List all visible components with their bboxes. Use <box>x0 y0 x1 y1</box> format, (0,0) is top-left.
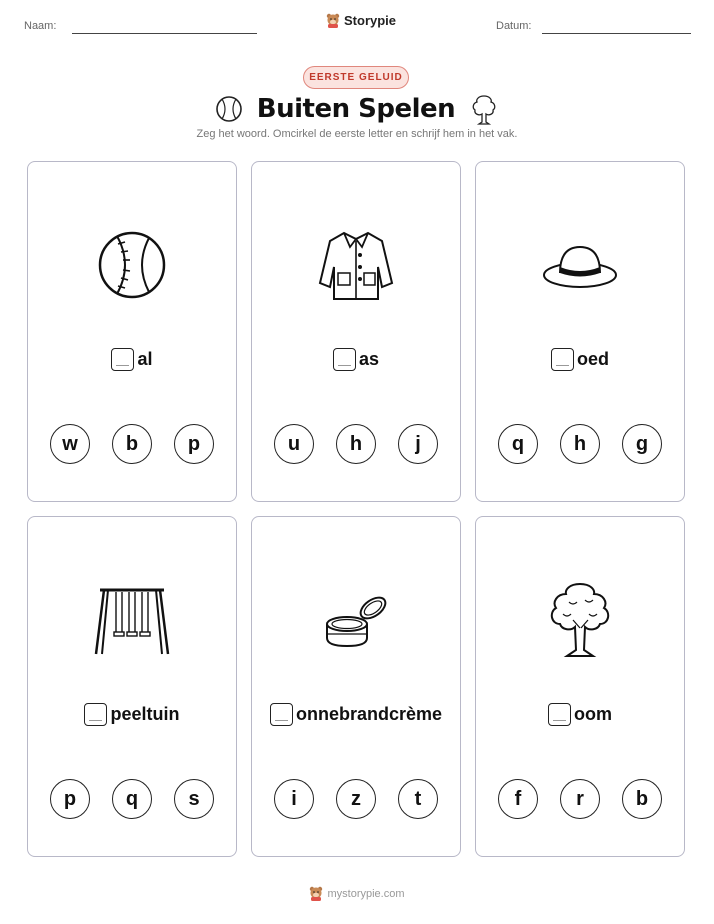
letter-choices: q h g <box>476 424 684 464</box>
letter-choice[interactable]: p <box>174 424 214 464</box>
letter-choice[interactable]: u <box>274 424 314 464</box>
brand: Storypie <box>326 13 396 28</box>
word-prompt: onnebrandcrème <box>252 703 460 726</box>
tree-icon <box>472 95 496 125</box>
letter-choices: f r b <box>476 779 684 819</box>
letter-choices: p q s <box>28 779 236 819</box>
answer-box[interactable] <box>332 348 356 371</box>
footer: mystorypie.com <box>0 886 714 901</box>
answer-box[interactable] <box>84 703 108 726</box>
word-ending: oom <box>574 704 612 724</box>
letter-choice[interactable]: g <box>622 424 662 464</box>
jacket-icon <box>318 231 394 300</box>
answer-box[interactable] <box>269 703 293 726</box>
bear-logo-icon <box>326 13 340 28</box>
letter-choice[interactable]: t <box>398 779 438 819</box>
letter-choices: i z t <box>252 779 460 819</box>
letter-choice[interactable]: s <box>174 779 214 819</box>
worksheet-header: Naam: Storypie Datum: <box>0 0 714 50</box>
letter-choice[interactable]: h <box>336 424 376 464</box>
bear-logo-icon <box>310 886 323 901</box>
letter-choice[interactable]: z <box>336 779 376 819</box>
card-1: al w b p <box>27 161 237 502</box>
letter-choice[interactable]: q <box>498 424 538 464</box>
answer-box[interactable] <box>550 348 574 371</box>
letter-choice[interactable]: r <box>560 779 600 819</box>
brand-name: Storypie <box>344 13 397 28</box>
letter-choice[interactable]: w <box>50 424 90 464</box>
swing-set-icon <box>94 588 170 655</box>
word-prompt: peeltuin <box>28 703 236 726</box>
card-6: oom f r b <box>475 516 685 857</box>
card-2: as u h j <box>251 161 461 502</box>
tree-icon <box>550 582 610 657</box>
date-label: Datum: <box>496 20 532 32</box>
word-ending: onnebrandcrème <box>295 704 443 724</box>
footer-url[interactable]: mystorypie.com <box>327 888 404 900</box>
baseball-icon <box>98 231 166 299</box>
letter-choice[interactable]: f <box>498 779 538 819</box>
answer-box[interactable] <box>548 703 571 726</box>
letter-choice[interactable]: q <box>112 779 152 819</box>
letter-choice[interactable]: b <box>112 424 152 464</box>
letter-choice[interactable]: j <box>398 424 438 464</box>
word-ending: al <box>137 349 153 369</box>
word-ending: as <box>358 349 380 369</box>
letter-choice[interactable]: p <box>50 779 90 819</box>
word-prompt: as <box>252 348 460 371</box>
word-prompt: al <box>28 348 236 371</box>
card-5: onnebrandcrème i z t <box>251 516 461 857</box>
word-ending: oed <box>576 349 609 369</box>
answer-box[interactable] <box>111 348 135 371</box>
letter-choices: w b p <box>28 424 236 464</box>
card-3: oed q h g <box>475 161 685 502</box>
date-line[interactable] <box>542 33 691 34</box>
letter-choice[interactable]: h <box>560 424 600 464</box>
sun-hat-icon <box>543 245 617 288</box>
sunscreen-jar-icon <box>326 596 387 648</box>
word-ending: peeltuin <box>110 704 180 724</box>
letter-choices: u h j <box>252 424 460 464</box>
page-title: Buiten Spelen <box>256 94 456 124</box>
letter-choice[interactable]: i <box>274 779 314 819</box>
name-label: Naam: <box>24 20 57 32</box>
title-row: Buiten Spelen <box>0 92 714 126</box>
word-prompt: oed <box>476 348 684 371</box>
card-4: peeltuin p q s <box>27 516 237 857</box>
instructions: Zeg het woord. Omcirkel de eerste letter… <box>196 128 518 140</box>
baseball-icon <box>215 96 242 122</box>
word-prompt: oom <box>476 703 684 726</box>
category-badge: EERSTE GELUID <box>303 66 409 89</box>
name-line[interactable] <box>72 33 257 34</box>
letter-choice[interactable]: b <box>622 779 662 819</box>
